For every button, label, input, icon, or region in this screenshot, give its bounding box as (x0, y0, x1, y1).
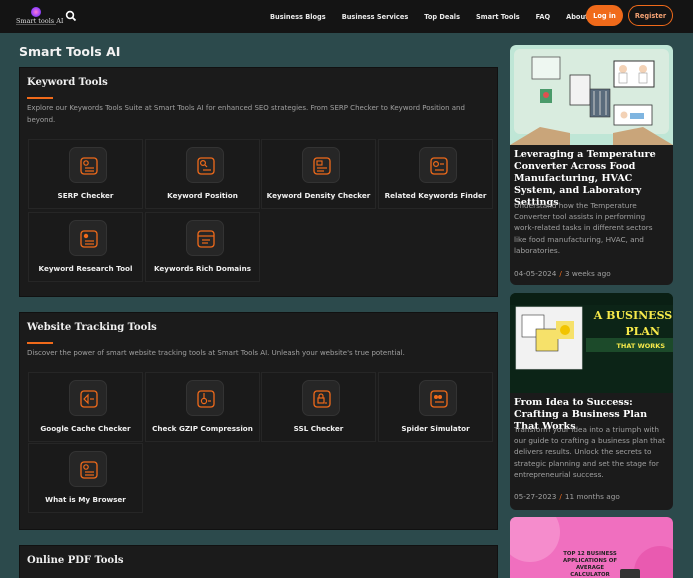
blog-excerpt: Understand how the Temperature Converter… (514, 201, 653, 255)
online-pdf-tools-section: Online PDF Tools (19, 545, 498, 578)
ssl-lock-icon (302, 380, 340, 416)
section-title: Website Tracking Tools (27, 322, 157, 333)
section-description: Discover the power of smart website trac… (27, 349, 405, 357)
page-title: Smart Tools AI (19, 44, 121, 59)
blog-date: 04-05-2024 (514, 269, 557, 278)
tool-label: SERP Checker (57, 191, 114, 200)
section-title: Keyword Tools (27, 77, 108, 88)
blog-thumbnail (510, 45, 673, 145)
nav-link-business-blogs[interactable]: Business Blogs (270, 13, 326, 21)
tool-label: Keyword Density Checker (266, 191, 371, 200)
image-text-line1: A BUSINESS (593, 309, 672, 322)
tool-label: Keywords Rich Domains (153, 264, 252, 273)
tool-card-related-keywords-finder[interactable]: Related Keywords Finder (378, 139, 493, 209)
website-tracking-section: Website Tracking Tools Discover the powe… (19, 312, 498, 530)
tool-card-serp-checker[interactable]: SERP Checker (28, 139, 143, 209)
search-icon[interactable] (65, 10, 77, 22)
login-button[interactable]: Log in (586, 5, 623, 26)
blog-card-temperature-converter[interactable]: Leveraging a Temperature Converter Acros… (510, 45, 673, 285)
image-text-line2: APPLICATIONS OF (563, 558, 617, 564)
section-title: Online PDF Tools (27, 555, 124, 566)
google-cache-icon (69, 380, 107, 416)
tool-label: Spider Simulator (401, 424, 470, 433)
spider-simulator-icon (419, 380, 457, 416)
image-text-line3: THAT WORKS (616, 342, 665, 350)
tool-label: Related Keywords Finder (384, 191, 487, 200)
register-button[interactable]: Register (628, 5, 673, 26)
blog-ago: 3 weeks ago (564, 269, 611, 278)
tool-card-ssl-checker[interactable]: SSL Checker (261, 372, 376, 442)
tool-label: Keyword Position (167, 191, 238, 200)
blog-ago: 11 months ago (564, 492, 620, 501)
image-text-line3: AVERAGE (576, 565, 604, 571)
keyword-density-icon (302, 147, 340, 183)
blog-thumbnail: A BUSINESS PLAN THAT WORKS (510, 293, 673, 393)
tool-card-spider-simulator[interactable]: Spider Simulator (378, 372, 493, 442)
section-description: Explore our Keywords Tools Suite at Smar… (27, 104, 465, 124)
meta-separator: / (559, 269, 562, 278)
tool-label: Google Cache Checker (40, 424, 131, 433)
section-underline (27, 97, 53, 99)
nav-link-faq[interactable]: FAQ (536, 13, 550, 21)
related-keywords-icon (419, 147, 457, 183)
site-logo[interactable]: Smart tools AI (14, 6, 63, 28)
tool-card-google-cache-checker[interactable]: Google Cache Checker (28, 372, 143, 442)
logo-underline (16, 24, 56, 25)
keyword-tools-section: Keyword Tools Explore our Keywords Tools… (19, 67, 498, 297)
tool-label: SSL Checker (293, 424, 344, 433)
tool-card-keywords-rich-domains[interactable]: Keywords Rich Domains (145, 212, 260, 282)
blog-thumbnail: TOP 12 BUSINESS APPLICATIONS OF AVERAGE … (510, 517, 673, 578)
nav-links: Business Blogs Business Services Top Dea… (270, 0, 616, 33)
blog-excerpt: Transform your idea into a triumph with … (514, 425, 665, 479)
tool-card-keyword-density-checker[interactable]: Keyword Density Checker (261, 139, 376, 209)
serp-checker-icon (69, 147, 107, 183)
tool-card-what-is-my-browser[interactable]: What is My Browser (28, 443, 143, 513)
keyword-position-icon (186, 147, 224, 183)
image-text-line2: PLAN (625, 325, 660, 338)
nav-link-top-deals[interactable]: Top Deals (424, 13, 460, 21)
tool-card-keyword-position[interactable]: Keyword Position (145, 139, 260, 209)
tool-label: Keyword Research Tool (38, 264, 133, 273)
blog-meta: 04-05-2024/3 weeks ago (514, 269, 611, 278)
nav-link-smart-tools[interactable]: Smart Tools (476, 13, 520, 21)
rich-domains-icon (186, 220, 224, 256)
tool-card-check-gzip-compression[interactable]: Check GZIP Compression (145, 372, 260, 442)
image-text-line4: CALCULATOR (570, 572, 610, 578)
blog-meta: 05-27-2023/11 months ago (514, 492, 620, 501)
logo-mark (31, 7, 41, 17)
meta-separator: / (559, 492, 562, 501)
gzip-compression-icon (186, 380, 224, 416)
nav-link-business-services[interactable]: Business Services (342, 13, 409, 21)
blog-date: 05-27-2023 (514, 492, 557, 501)
image-text-line1: TOP 12 BUSINESS (563, 551, 617, 557)
tool-card-keyword-research-tool[interactable]: Keyword Research Tool (28, 212, 143, 282)
top-navbar: Smart tools AI Business Blogs Business S… (0, 0, 693, 33)
browser-icon (69, 451, 107, 487)
tool-label: What is My Browser (45, 495, 126, 504)
tool-label: Check GZIP Compression (152, 424, 253, 433)
section-underline (27, 342, 53, 344)
blog-card-business-plan[interactable]: A BUSINESS PLAN THAT WORKS From Idea to … (510, 293, 673, 510)
keyword-research-icon (69, 220, 107, 256)
blog-card-average-calculator[interactable]: TOP 12 BUSINESS APPLICATIONS OF AVERAGE … (510, 517, 673, 578)
